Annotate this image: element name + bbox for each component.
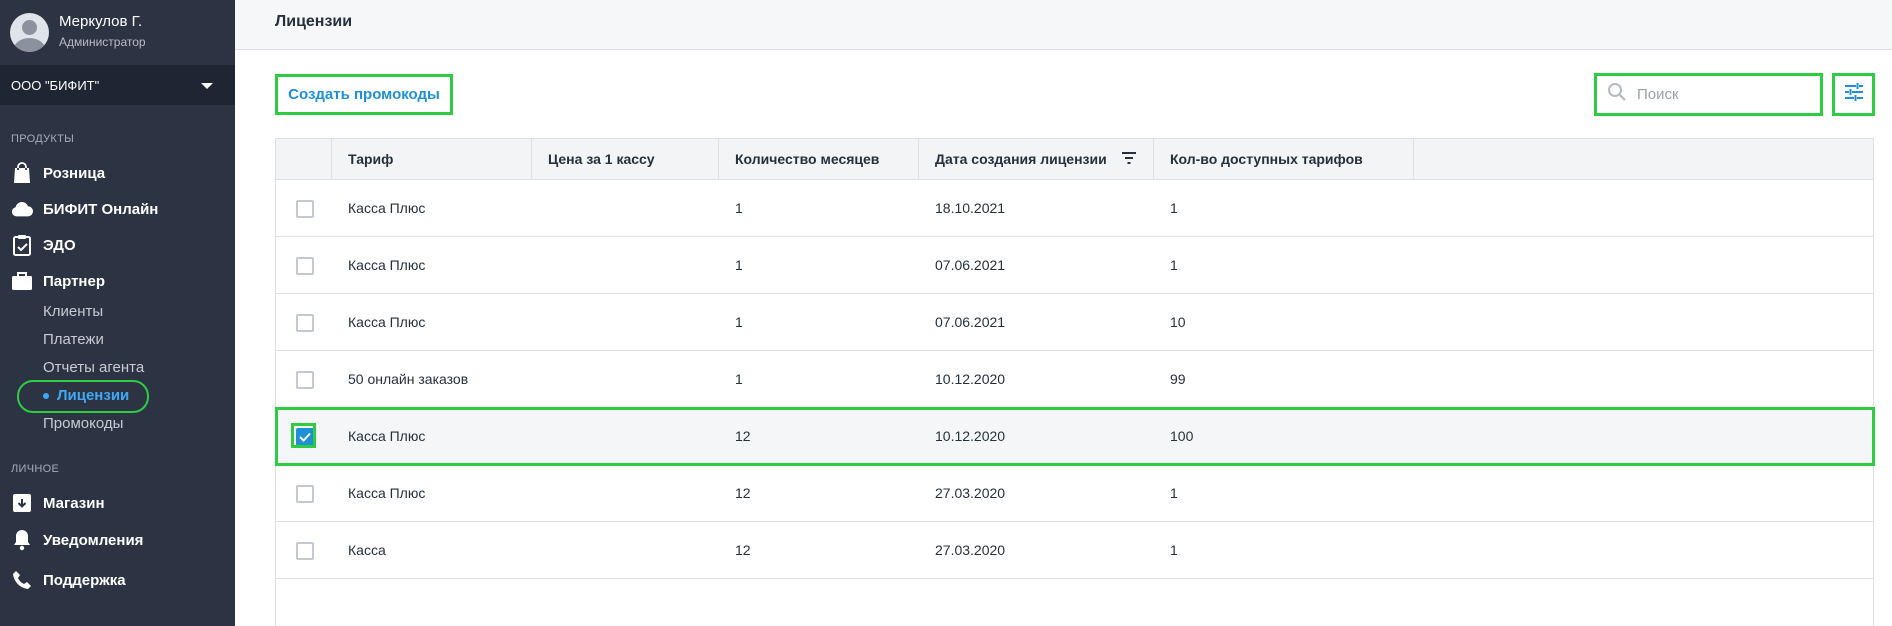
cell-date: 07.06.2021	[935, 257, 1006, 273]
caret-down-icon	[201, 83, 213, 89]
sidebar-subitem-clients[interactable]: Клиенты	[43, 302, 103, 322]
filter-settings-button[interactable]	[1832, 73, 1875, 116]
column-header-available[interactable]: Кол-во доступных тарифов	[1154, 139, 1414, 179]
user-role: Администратор	[59, 35, 146, 49]
cell-months: 1	[735, 257, 743, 273]
avatar	[10, 12, 49, 52]
search-box[interactable]	[1594, 73, 1823, 116]
licenses-table: Тариф Цена за 1 кассу Количество месяцев…	[275, 138, 1874, 626]
sidebar-item-notifications[interactable]: Уведомления	[11, 528, 143, 552]
section-personal-label: ЛИЧНОЕ	[11, 463, 60, 475]
table-row[interactable]: Касса 12 27.03.2020 1	[276, 522, 1873, 579]
cell-months: 12	[735, 485, 751, 501]
store-icon	[11, 492, 33, 514]
sidebar-subitem-agent-reports[interactable]: Отчеты агента	[43, 358, 144, 378]
header-checkbox-cell	[276, 139, 332, 179]
active-item-highlight	[17, 380, 149, 413]
cell-months: 12	[735, 542, 751, 558]
sidebar: Меркулов Г. Администратор ООО "БИФИТ" ПР…	[0, 0, 235, 626]
sidebar-item-bifit-online[interactable]: БИФИТ Онлайн	[11, 197, 158, 221]
bell-icon	[11, 529, 33, 551]
cell-date: 27.03.2020	[935, 485, 1006, 501]
cloud-icon	[11, 198, 33, 220]
page-title: Лицензии	[275, 13, 353, 30]
table-row[interactable]: Касса Плюс 1 07.06.2021 1	[276, 237, 1873, 294]
cell-available: 1	[1170, 485, 1178, 501]
column-header-tariff[interactable]: Тариф	[332, 139, 532, 179]
cell-date: 10.12.2020	[935, 428, 1006, 444]
briefcase-icon	[11, 270, 33, 292]
user-profile[interactable]: Меркулов Г. Администратор	[0, 0, 235, 64]
user-name: Меркулов Г.	[59, 13, 143, 30]
sidebar-item-label: Розница	[43, 164, 106, 182]
cell-months: 1	[735, 200, 743, 216]
cell-tariff: Касса Плюс	[348, 485, 426, 501]
cell-months: 1	[735, 371, 743, 387]
sidebar-subitem-payments[interactable]: Платежи	[43, 330, 104, 350]
row-checkbox[interactable]	[296, 314, 314, 332]
cell-months: 1	[735, 314, 743, 330]
checkmark-icon	[299, 432, 311, 442]
column-header-empty	[1414, 139, 1873, 179]
table-row[interactable]: Касса Плюс 12 27.03.2020 1	[276, 465, 1873, 522]
cell-tariff: Касса Плюс	[348, 428, 426, 444]
table-row[interactable]: Касса Плюс 1 18.10.2021 1	[276, 180, 1873, 237]
table-row[interactable]: Касса Плюс 12 10.12.2020 100	[276, 408, 1873, 465]
cell-months: 12	[735, 428, 751, 444]
sidebar-subitem-promocodes[interactable]: Промокоды	[43, 414, 123, 434]
row-checkbox[interactable]	[296, 257, 314, 275]
sort-filter-icon[interactable]	[1121, 139, 1137, 179]
phone-icon	[11, 569, 33, 591]
sidebar-item-label: Магазин	[43, 494, 105, 512]
cell-available: 1	[1170, 257, 1178, 273]
org-name: ООО "БИФИТ"	[11, 77, 100, 93]
sidebar-item-support[interactable]: Поддержка	[11, 568, 126, 592]
column-header-months[interactable]: Количество месяцев	[719, 139, 919, 179]
cell-available: 10	[1170, 314, 1186, 330]
cell-tariff: Касса Плюс	[348, 257, 426, 273]
table-row[interactable]: 50 онлайн заказов 1 10.12.2020 99	[276, 351, 1873, 408]
cell-tariff: Касса	[348, 542, 386, 558]
search-input[interactable]	[1637, 86, 1807, 103]
row-checkbox[interactable]	[296, 200, 314, 218]
sidebar-item-label: Поддержка	[43, 571, 126, 589]
sidebar-item-label: ЭДО	[43, 236, 76, 254]
cell-date: 10.12.2020	[935, 371, 1006, 387]
sidebar-item-retail[interactable]: Розница	[11, 161, 105, 185]
cell-tariff: Касса Плюс	[348, 314, 426, 330]
sidebar-item-label: БИФИТ Онлайн	[43, 200, 159, 218]
row-checkbox[interactable]	[296, 542, 314, 560]
row-checkbox-checked[interactable]	[296, 428, 314, 446]
sidebar-item-label: Партнер	[43, 272, 105, 290]
create-promocodes-button[interactable]: Создать промокоды	[275, 74, 453, 115]
top-bar: Лицензии	[235, 0, 1892, 50]
sidebar-item-partner[interactable]: Партнер	[11, 269, 105, 293]
column-header-date[interactable]: Дата создания лицензии	[919, 139, 1154, 179]
cell-date: 27.03.2020	[935, 542, 1006, 558]
cell-tariff: 50 онлайн заказов	[348, 371, 469, 387]
column-header-date-label: Дата создания лицензии	[935, 151, 1107, 167]
clipboard-check-icon	[11, 234, 33, 256]
column-header-price[interactable]: Цена за 1 кассу	[532, 139, 719, 179]
sidebar-item-label: Уведомления	[43, 531, 144, 549]
cell-date: 07.06.2021	[935, 314, 1006, 330]
cell-tariff: Касса Плюс	[348, 200, 426, 216]
org-selector[interactable]: ООО "БИФИТ"	[0, 65, 235, 105]
shopping-bag-icon	[11, 162, 33, 184]
row-checkbox[interactable]	[296, 371, 314, 389]
section-products-label: ПРОДУКТЫ	[11, 133, 75, 145]
sidebar-item-store[interactable]: Магазин	[11, 491, 105, 515]
table-row[interactable]: Касса Плюс 1 07.06.2021 10	[276, 294, 1873, 351]
cell-available: 1	[1170, 200, 1178, 216]
row-checkbox[interactable]	[296, 485, 314, 503]
search-icon	[1607, 82, 1627, 107]
cell-available: 1	[1170, 542, 1178, 558]
cell-available: 100	[1170, 428, 1194, 444]
sliders-icon	[1844, 82, 1864, 107]
cell-date: 18.10.2021	[935, 200, 1006, 216]
sidebar-item-edo[interactable]: ЭДО	[11, 233, 76, 257]
cell-available: 99	[1170, 371, 1186, 387]
table-header: Тариф Цена за 1 кассу Количество месяцев…	[276, 139, 1873, 180]
